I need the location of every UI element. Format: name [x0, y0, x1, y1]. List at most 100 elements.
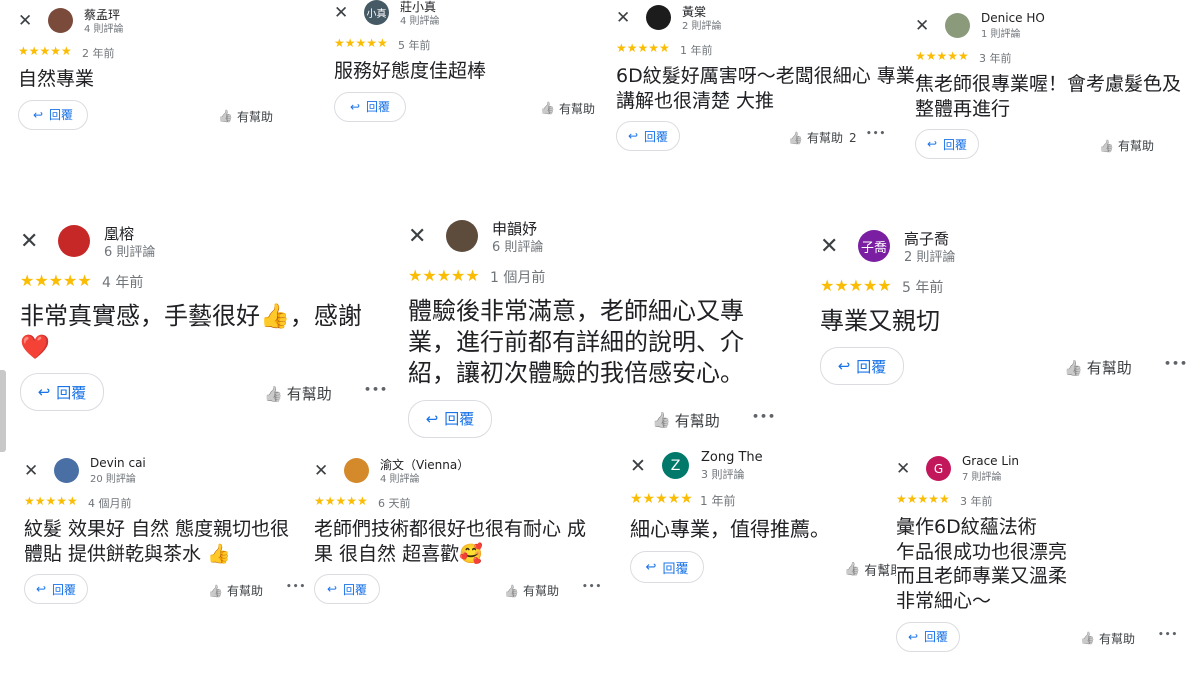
- helpful-button[interactable]: 👍 有幫助: [218, 108, 273, 125]
- review-text: 彙作6D紋蘊法術 乍品很成功也很漂亮 而且老師專業又溫柔 非常細心～: [896, 516, 1068, 613]
- close-icon[interactable]: ✕: [24, 463, 38, 480]
- review-text: 體驗後非常滿意，老師細心又專 業，進行前都有詳細的說明、介 紹，讓初次體驗的我倍…: [408, 297, 744, 388]
- close-icon[interactable]: ✕: [18, 13, 32, 30]
- review-card: ✕ Devin cai 20 則評論 ★★★★★ 4 個月前 紋髮 效果好 自然 態度親切…: [24, 456, 354, 609]
- review-text: 專業又親切: [820, 307, 940, 335]
- helpful-label: 有幫助: [286, 385, 332, 404]
- close-icon[interactable]: ✕: [820, 236, 838, 258]
- reply-label: 回覆: [366, 100, 391, 115]
- reply-icon: ↩: [326, 582, 338, 597]
- side-scroll-tab[interactable]: [0, 370, 6, 452]
- thumbs-up-icon: 👍: [218, 109, 233, 124]
- helpful-button[interactable]: 👍 有幫助: [208, 582, 263, 599]
- more-options-icon[interactable]: •••: [1164, 357, 1188, 370]
- star-rating: ★★★★★: [20, 271, 92, 290]
- helpful-button[interactable]: 👍 有幫助: [264, 383, 332, 404]
- more-options-icon[interactable]: •••: [1158, 630, 1178, 640]
- more-options-icon[interactable]: •••: [286, 582, 306, 592]
- reviewer-name[interactable]: Denice HO: [981, 11, 1045, 25]
- star-rating: ★★★★★: [24, 494, 78, 508]
- reply-button[interactable]: ↩ 回覆: [334, 91, 406, 122]
- review-text: 非常真實感，手藝很好👍，感謝 ❤️: [20, 302, 362, 362]
- close-icon[interactable]: ✕: [630, 457, 646, 476]
- thumbs-up-icon: 👍: [208, 583, 223, 598]
- reply-label: 回覆: [52, 582, 77, 597]
- reply-label: 回覆: [444, 410, 475, 429]
- reply-icon: ↩: [645, 559, 657, 575]
- reply-button[interactable]: ↩ 回覆: [820, 347, 904, 386]
- close-icon[interactable]: ✕: [915, 18, 929, 35]
- reviewer-name[interactable]: Zong The: [701, 450, 763, 465]
- reply-button[interactable]: ↩ 回覆: [24, 574, 88, 605]
- helpful-label: 有幫助: [226, 584, 263, 599]
- avatar-initials[interactable]: G: [926, 456, 951, 481]
- review-text: 服務好態度佳超棒: [334, 60, 487, 83]
- reply-icon: ↩: [926, 137, 938, 152]
- reply-button[interactable]: ↩ 回覆: [616, 121, 680, 152]
- avatar-initials[interactable]: 子喬: [858, 230, 890, 262]
- helpful-button[interactable]: 👍 有幫助: [1080, 630, 1135, 647]
- more-options-icon[interactable]: •••: [582, 582, 602, 592]
- thumbs-up-icon: 👍: [504, 583, 519, 598]
- helpful-label: 有幫助: [1098, 631, 1135, 646]
- reviewer-name[interactable]: Devin cai: [90, 456, 146, 470]
- review-date: 1 年前: [700, 494, 736, 508]
- star-rating: ★★★★★: [820, 276, 892, 295]
- close-icon[interactable]: ✕: [314, 463, 328, 480]
- review-card: ✕ 凰榕 6 則評論 ★★★★★ 4 年前 非常真實感，手藝很好👍，感謝 ❤️ ↩ 回覆 👍 有幫…: [20, 225, 430, 416]
- reply-button[interactable]: ↩ 回覆: [915, 129, 979, 160]
- avatar-initials[interactable]: Z: [662, 452, 689, 479]
- review-count: 4 則評論: [400, 16, 440, 27]
- reply-button[interactable]: ↩ 回覆: [18, 99, 88, 130]
- helpful-button[interactable]: 👍 有幫助: [540, 100, 595, 117]
- close-icon[interactable]: ✕: [616, 10, 630, 27]
- review-count: 6 則評論: [104, 245, 156, 260]
- close-icon[interactable]: ✕: [334, 5, 348, 22]
- review-date: 5 年前: [398, 39, 431, 52]
- helpful-button[interactable]: 👍 有幫助: [844, 560, 903, 579]
- close-icon[interactable]: ✕: [20, 231, 38, 253]
- avatar-initials[interactable]: 小真: [364, 0, 389, 25]
- review-date: 4 年前: [102, 275, 144, 291]
- reviewer-name[interactable]: Grace Lin: [962, 454, 1019, 468]
- helpful-button[interactable]: 👍 有幫助: [1064, 357, 1132, 378]
- reply-label: 回覆: [924, 630, 949, 645]
- star-rating: ★★★★★: [896, 492, 950, 506]
- review-text: 細心專業，值得推薦。: [630, 517, 830, 542]
- helpful-button[interactable]: 👍 有幫助: [652, 410, 720, 431]
- thumbs-up-icon: 👍: [1080, 631, 1095, 646]
- avatar-photo[interactable]: [344, 458, 369, 483]
- close-icon[interactable]: ✕: [896, 461, 910, 478]
- review-text: 自然專業: [18, 68, 95, 91]
- avatar-photo[interactable]: [446, 220, 478, 252]
- helpful-button[interactable]: 👍 有幫助: [504, 582, 559, 599]
- review-date: 3 年前: [960, 495, 993, 508]
- reply-button[interactable]: ↩ 回覆: [896, 621, 960, 652]
- close-icon[interactable]: ✕: [408, 226, 426, 248]
- more-options-icon[interactable]: •••: [364, 383, 388, 396]
- helpful-button[interactable]: 👍 有幫助: [1099, 137, 1154, 154]
- star-rating: ★★★★★: [408, 266, 480, 285]
- review-text: 紋髮 效果好 自然 態度親切也很 體貼 提供餅乾與茶水 👍: [24, 518, 290, 565]
- avatar-photo[interactable]: [945, 13, 970, 38]
- reply-icon: ↩: [32, 107, 44, 122]
- reply-label: 回覆: [856, 357, 887, 376]
- reply-button[interactable]: ↩ 回覆: [20, 373, 104, 412]
- more-options-icon[interactable]: •••: [752, 410, 776, 423]
- avatar-photo[interactable]: [646, 5, 671, 30]
- avatar-photo[interactable]: [58, 225, 90, 257]
- helpful-label: 有幫助: [806, 131, 843, 146]
- reply-icon: ↩: [35, 582, 47, 597]
- reply-button[interactable]: ↩ 回覆: [408, 399, 492, 438]
- reply-icon: ↩: [349, 99, 361, 114]
- reply-button[interactable]: ↩ 回覆: [314, 574, 380, 605]
- star-rating: ★★★★★: [314, 494, 368, 508]
- helpful-button[interactable]: 👍 有幫助 2: [788, 129, 857, 146]
- reply-button[interactable]: ↩ 回覆: [630, 551, 704, 584]
- avatar-photo[interactable]: [48, 8, 73, 33]
- more-options-icon[interactable]: •••: [866, 129, 886, 139]
- helpful-label: 有幫助: [522, 584, 559, 599]
- avatar-photo[interactable]: [54, 458, 79, 483]
- reply-icon: ↩: [907, 629, 919, 644]
- reply-icon: ↩: [425, 409, 439, 428]
